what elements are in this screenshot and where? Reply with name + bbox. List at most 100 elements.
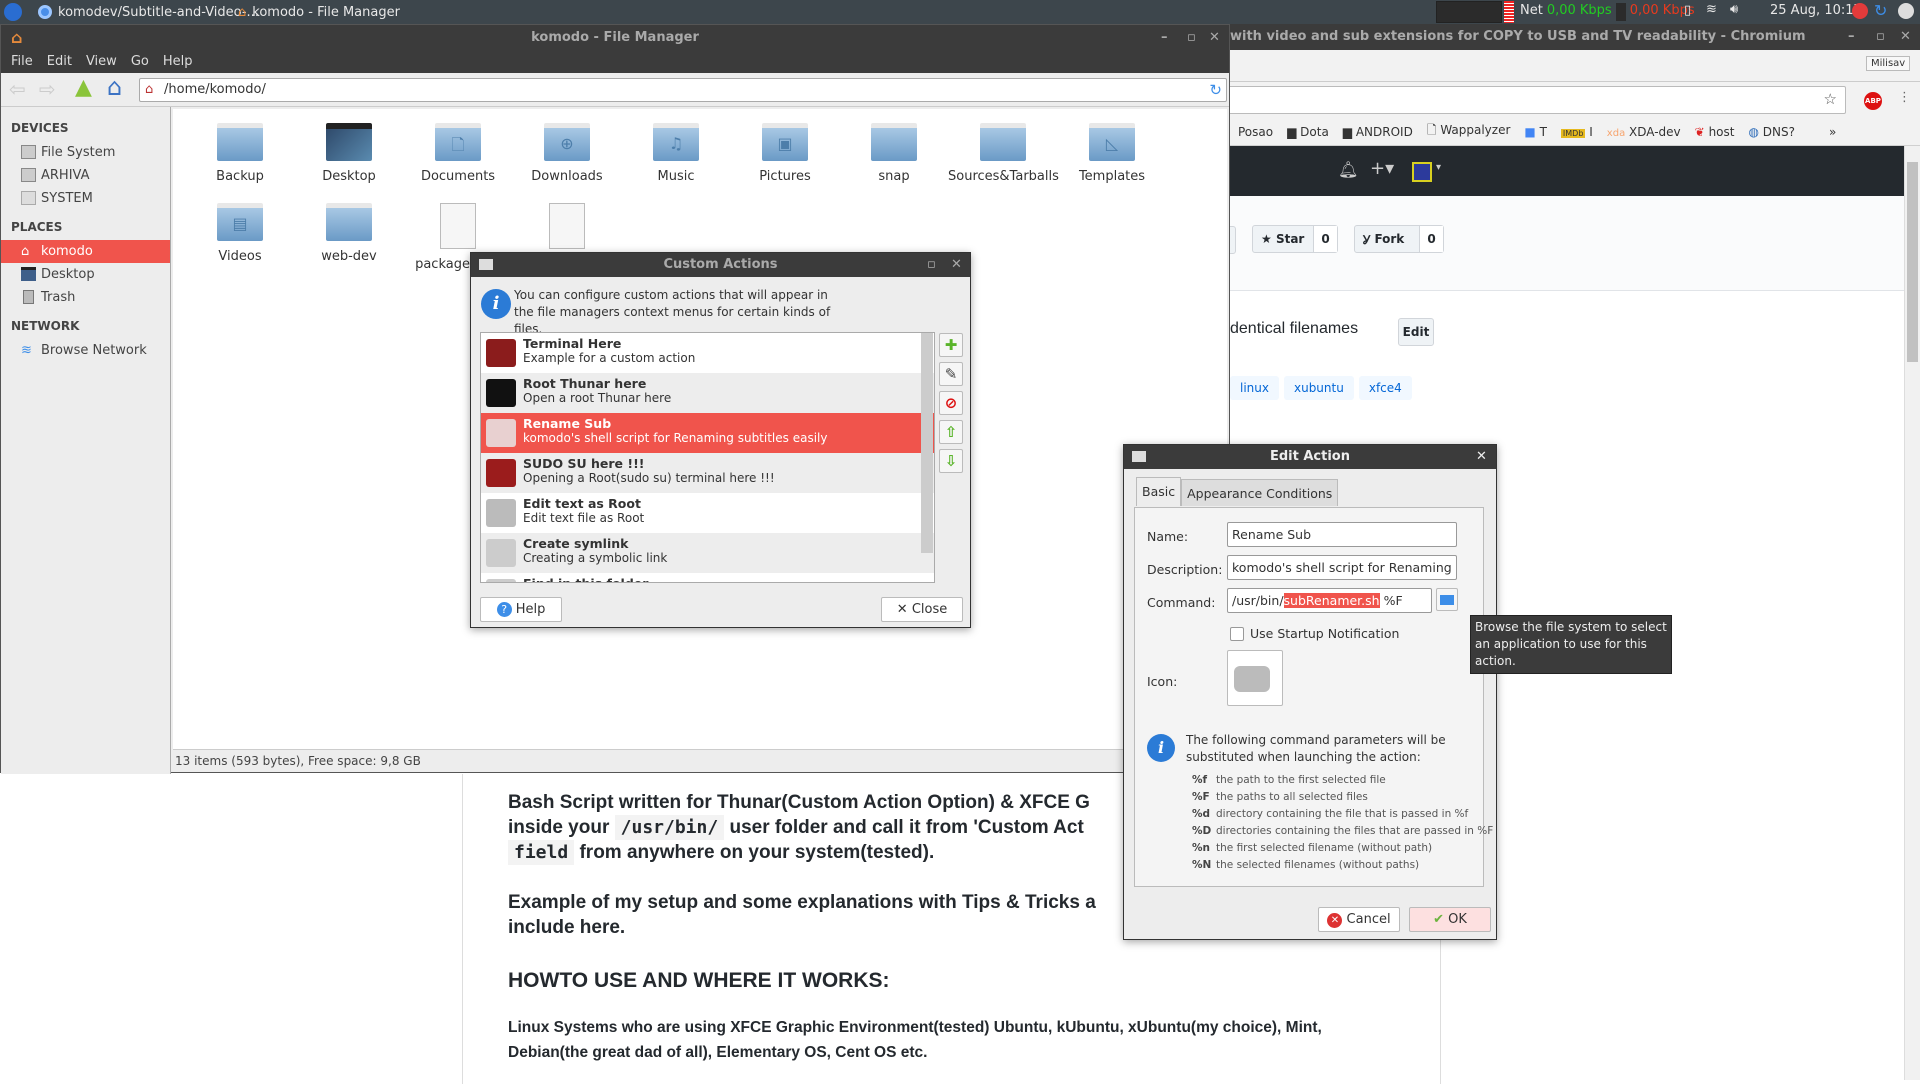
location-bar[interactable]: ⌂ /home/komodo/ ↻ <box>139 78 1227 102</box>
refresh-icon[interactable]: ↻ <box>1874 1 1887 20</box>
icon-button[interactable] <box>1227 650 1283 706</box>
close-button[interactable]: ✕ <box>1476 445 1487 469</box>
bookmark[interactable]: ❦ host <box>1695 125 1735 139</box>
browse-button[interactable] <box>1436 588 1458 611</box>
sidebar-item-file-system[interactable]: File System <box>1 141 170 164</box>
tab-basic[interactable]: Basic <box>1136 477 1182 506</box>
star-count[interactable]: 0 <box>1313 226 1337 252</box>
action-row[interactable]: Find in this folder <box>481 573 934 582</box>
reload-icon[interactable]: ↻ <box>1209 79 1222 101</box>
power-icon[interactable] <box>1852 3 1868 19</box>
actions-list[interactable]: Terminal Here Example for a custom action… <box>480 332 935 583</box>
forward-icon[interactable]: ⇨ <box>39 77 56 101</box>
bookmarks-overflow-icon[interactable]: » <box>1829 125 1836 139</box>
add-action-button[interactable]: ✚ <box>939 333 963 357</box>
chromium-titlebar[interactable]: with video and sub extensions for COPY t… <box>1230 24 1920 50</box>
action-row[interactable]: Edit text as Root Edit text file as Root <box>481 493 934 533</box>
fork-button[interactable]: Ỿ Fork 0 <box>1354 225 1444 253</box>
menu-icon[interactable]: ⋮ <box>1898 90 1911 105</box>
home-button-icon[interactable]: ⌂ <box>107 73 122 101</box>
dialog-titlebar[interactable]: Custom Actions ▫ ✕ <box>471 253 970 277</box>
sidebar-item-browse-network[interactable]: ≋ Browse Network <box>1 339 170 362</box>
cancel-button[interactable]: ✕ Cancel <box>1318 907 1400 932</box>
edit-action-button[interactable]: ✎ <box>939 362 963 386</box>
minimize-button[interactable]: – <box>1161 25 1168 51</box>
avatar-caret-icon[interactable]: ▾ <box>1436 162 1441 173</box>
file-item[interactable]: snap <box>839 123 949 184</box>
command-field[interactable]: /usr/bin/subRenamer.sh %F <box>1227 588 1432 613</box>
action-row[interactable]: SUDO SU here !!! Opening a Root(sudo su) … <box>481 453 934 493</box>
whisker-menu-icon[interactable] <box>4 3 22 21</box>
action-row[interactable]: Rename Sub komodo's shell script for Rena… <box>481 413 934 453</box>
help-button[interactable]: ? Help <box>480 597 562 622</box>
maximize-button[interactable]: ▫ <box>927 253 936 277</box>
sidebar-item-trash[interactable]: Trash <box>1 286 170 309</box>
topic-tag[interactable]: xubuntu <box>1283 376 1354 400</box>
bookmark[interactable]: ■ T <box>1524 125 1547 139</box>
back-icon[interactable]: ⇦ <box>9 77 26 101</box>
bookmark[interactable]: ◍ DNS? <box>1748 125 1795 139</box>
fork-count[interactable]: 0 <box>1419 226 1443 252</box>
bookmark[interactable]: Posao <box>1238 125 1273 139</box>
taskbar-item-file-manager[interactable]: ⌂ komodo - File Manager <box>238 3 400 21</box>
file-item[interactable]: Backup <box>185 123 295 184</box>
menu-view[interactable]: View <box>86 51 117 73</box>
page-scrollbar[interactable] <box>1904 146 1920 1080</box>
wifi-icon[interactable]: ≋ <box>1706 2 1717 17</box>
dialog-titlebar[interactable]: Edit Action ✕ <box>1124 445 1496 469</box>
name-field[interactable]: Rename Sub <box>1227 522 1457 547</box>
up-icon[interactable]: ▲ <box>75 75 92 100</box>
move-down-button[interactable]: ⇩ <box>939 449 963 473</box>
file-item[interactable]: ⊕ Downloads <box>512 123 622 184</box>
file-manager-titlebar[interactable]: ⌂ komodo - File Manager – ▫ ✕ <box>1 25 1229 51</box>
description-field[interactable]: komodo's shell script for Renaming subti… <box>1227 555 1457 580</box>
startup-notification-checkbox[interactable] <box>1230 627 1244 641</box>
bookmark[interactable]: IMDb I <box>1560 125 1593 139</box>
notifications-bell-icon[interactable]: 🔔︎ <box>1338 160 1358 179</box>
action-row[interactable]: Terminal Here Example for a custom action <box>481 333 934 373</box>
topic-tag[interactable]: linux <box>1230 376 1279 400</box>
menu-file[interactable]: File <box>11 51 33 73</box>
new-plus-icon[interactable]: +▾ <box>1370 158 1394 179</box>
file-item[interactable]: Sources&Tarballs <box>948 123 1059 184</box>
file-item[interactable]: ♫ Music <box>621 123 731 184</box>
star-button[interactable]: ★ Star 0 <box>1252 225 1338 253</box>
file-item[interactable]: web-dev <box>294 203 404 264</box>
taskbar-item-chromium[interactable]: komodev/Subtitle-and-Video-... <box>38 3 259 21</box>
menu-go[interactable]: Go <box>131 51 149 73</box>
file-item[interactable]: ▤ Videos <box>185 203 295 264</box>
shutdown-icon[interactable] <box>1898 3 1914 19</box>
edit-description-button[interactable]: Edit <box>1398 318 1434 346</box>
file-item[interactable]: ◺ Templates <box>1057 123 1167 184</box>
sidebar-item-desktop[interactable]: Desktop <box>1 263 170 286</box>
battery-icon[interactable]: ▯ <box>1684 3 1691 18</box>
move-up-button[interactable]: ⇧ <box>939 420 963 444</box>
file-item[interactable]: ▣ Pictures <box>730 123 840 184</box>
file-item[interactable] <box>512 203 622 257</box>
bookmark[interactable]: ▆ Dota <box>1287 125 1329 139</box>
bookmark[interactable]: xda XDA-dev <box>1607 125 1681 139</box>
bookmark-star-icon[interactable]: ☆ <box>1824 90 1837 108</box>
close-button[interactable]: ✕ <box>1209 25 1220 51</box>
maximize-button[interactable]: ▫ <box>1187 25 1196 51</box>
action-row[interactable]: Root Thunar here Open a root Thunar here <box>481 373 934 413</box>
file-item[interactable]: Desktop <box>294 123 404 184</box>
close-dialog-button[interactable]: ✕ Close <box>881 597 963 622</box>
close-button[interactable]: ✕ <box>1900 24 1911 50</box>
minimize-button[interactable]: – <box>1848 24 1855 50</box>
menu-help[interactable]: Help <box>163 51 193 73</box>
file-item[interactable]: 🗋 Documents <box>403 123 513 184</box>
delete-action-button[interactable]: ⊘ <box>939 391 963 415</box>
ok-button[interactable]: ✔ OK <box>1409 907 1491 932</box>
startup-notification-label[interactable]: Use Startup Notification <box>1250 626 1399 641</box>
action-row[interactable]: Create symlink Creating a symbolic link <box>481 533 934 573</box>
sidebar-item-system[interactable]: SYSTEM <box>1 187 170 210</box>
actions-scrollbar[interactable] <box>921 333 933 553</box>
close-button[interactable]: ✕ <box>951 253 962 277</box>
bookmark[interactable]: 🗋 Wappalyzer <box>1427 121 1511 142</box>
volume-icon[interactable]: 🔊︎ <box>1730 2 1738 17</box>
address-bar[interactable]: ☆ <box>1226 86 1846 114</box>
maximize-button[interactable]: ▫ <box>1876 24 1885 50</box>
sidebar-item-arhiva[interactable]: ARHIVA <box>1 164 170 187</box>
tab-appearance-conditions[interactable]: Appearance Conditions <box>1181 479 1339 506</box>
